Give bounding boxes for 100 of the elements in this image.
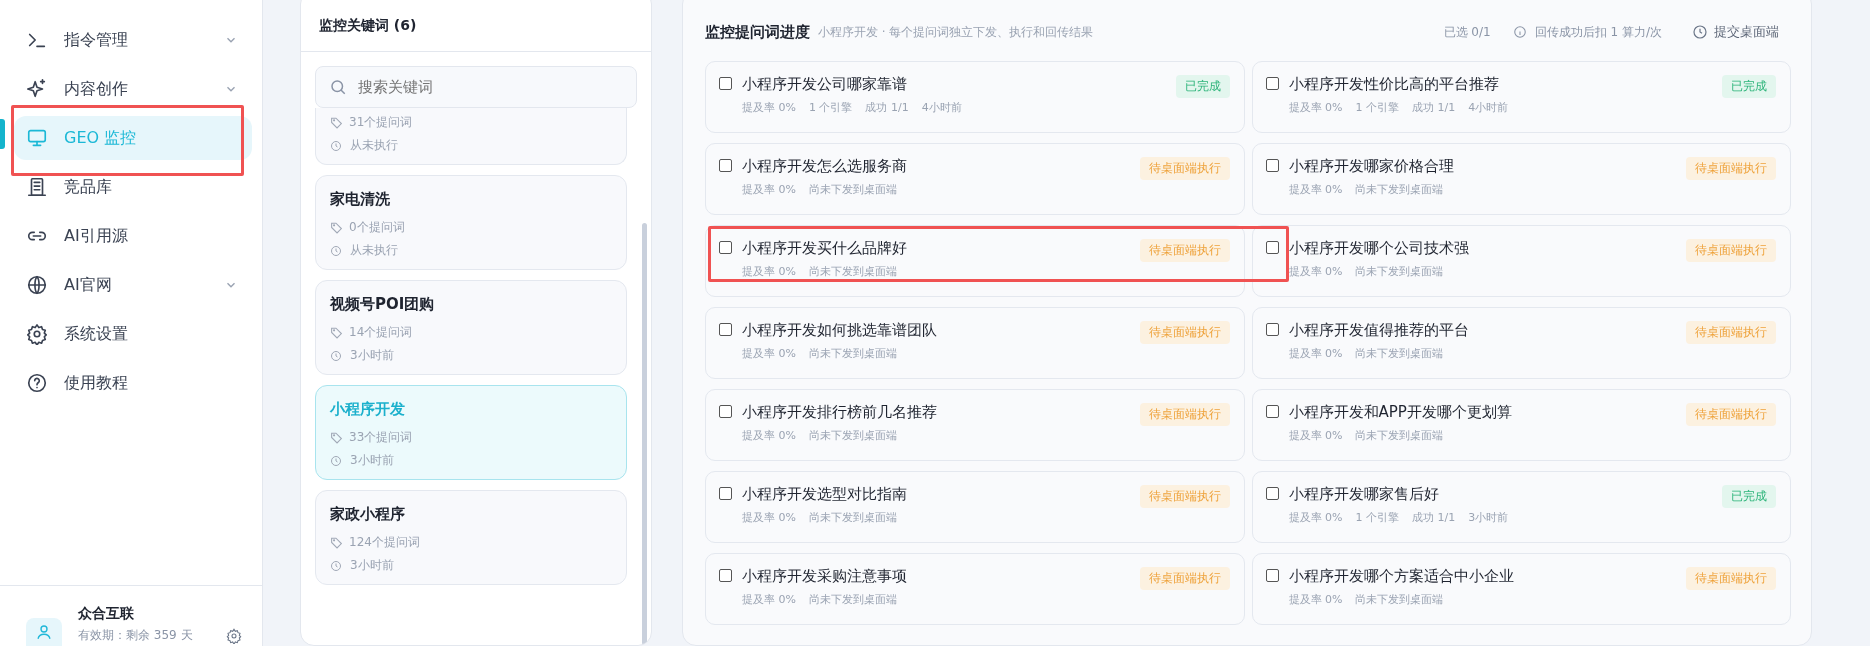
search-field[interactable]: 搜索关键词 [315, 66, 637, 108]
prompt-count: 124个提问词 [349, 534, 420, 551]
prompt-card[interactable]: 小程序开发性价比高的平台推荐 提及率 0% 1 个引擎 成功 1/1 4小时前 已完成 [1251, 61, 1791, 133]
prompt-text: 小程序开发哪家价格合理 [1288, 157, 1455, 176]
checkbox[interactable] [1265, 323, 1279, 336]
keyword-card[interactable]: 视频号POI团购 14个提问词 3小时前 [315, 280, 627, 375]
checkbox[interactable] [719, 405, 732, 418]
status-badge: 待桌面端执行 [1139, 485, 1230, 508]
keyword-card[interactable]: 家政小程序 124个提问词 3小时前 [315, 490, 627, 585]
prompt-text: 小程序开发哪个公司技术强 [1288, 239, 1470, 258]
checkbox[interactable] [719, 569, 732, 582]
prompt-text: 小程序开发哪家售后好 [1288, 485, 1440, 504]
keyword-card[interactable]: 家电清洗 0个提问词 从未执行 [315, 175, 627, 270]
scrollbar[interactable] [642, 223, 647, 645]
checkbox[interactable] [719, 487, 732, 500]
checkbox[interactable] [719, 323, 732, 336]
status-badge: 待桌面端执行 [1139, 403, 1230, 426]
prompt-card[interactable]: 小程序开发哪个方案适合中小企业 提及率 0% 尚未下发到桌面端 待桌面端执行 [1251, 553, 1791, 625]
stat-text: 1 个引擎 [1355, 510, 1399, 525]
expiry-text: 有效期：剩余 359 天 [78, 627, 194, 644]
cost-note: 回传成功后扣 1 算力/次 [1534, 23, 1662, 41]
clock-icon [1692, 24, 1708, 40]
stat-text: 提及率 0% [742, 592, 796, 607]
stat-text: 成功 1/1 [865, 100, 909, 115]
prompt-text: 小程序开发排行榜前几名推荐 [742, 403, 938, 422]
stat-text: 尚未下发到桌面端 [1355, 182, 1444, 197]
prompt-count: 33个提问词 [349, 429, 413, 446]
status-badge: 待桌面端执行 [1686, 157, 1776, 180]
nav-item[interactable]: 使用教程 [14, 361, 252, 405]
last-run-text: 从未执行 [350, 242, 398, 259]
settings-icon[interactable] [226, 628, 242, 644]
prompt-card[interactable]: 小程序开发采购注意事项 提及率 0% 尚未下发到桌面端 待桌面端执行 [705, 553, 1245, 625]
nav-item[interactable]: AI官网 [14, 263, 252, 307]
panel-subtitle: 小程序开发 · 每个提问词独立下发、执行和回传结果 [818, 23, 1094, 41]
nav-item[interactable]: 系统设置 [14, 312, 252, 356]
keyword-name: 小程序开发 [330, 400, 406, 419]
settings-icon [26, 323, 48, 345]
checkbox[interactable] [719, 241, 732, 254]
prompt-card[interactable]: 小程序开发哪家价格合理 提及率 0% 尚未下发到桌面端 待桌面端执行 [1251, 143, 1791, 215]
stat-text: 尚未下发到桌面端 [808, 428, 897, 443]
user-name: 众合互联 [78, 605, 135, 623]
checkbox[interactable] [1265, 405, 1279, 418]
prompt-count: 14个提问词 [349, 324, 413, 341]
nav-item[interactable]: 指令管理 [14, 18, 252, 62]
stat-text: 提及率 0% [742, 510, 796, 525]
prompt-card[interactable]: 小程序开发如何挑选靠谱团队 提及率 0% 尚未下发到桌面端 待桌面端执行 [705, 307, 1245, 379]
nav-item[interactable]: 竞品库 [14, 165, 252, 209]
stat-text: 提及率 0% [1288, 264, 1343, 279]
status-badge: 已完成 [1722, 75, 1776, 98]
sparkle-icon [26, 78, 48, 100]
prompt-text: 小程序开发选型对比指南 [742, 485, 908, 504]
tag-icon [330, 221, 343, 234]
checkbox[interactable] [1265, 159, 1279, 172]
stat-text: 尚未下发到桌面端 [808, 510, 897, 525]
prompt-text: 小程序开发哪个方案适合中小企业 [1288, 567, 1515, 586]
nav-item[interactable]: 内容创作 [14, 67, 252, 111]
prompt-card[interactable]: 小程序开发买什么品牌好 提及率 0% 尚未下发到桌面端 待桌面端执行 [705, 225, 1245, 297]
stat-text: 尚未下发到桌面端 [808, 592, 897, 607]
checkbox[interactable] [719, 159, 732, 172]
stat-text: 尚未下发到桌面端 [808, 264, 897, 279]
status-badge: 待桌面端执行 [1686, 403, 1776, 426]
prompt-text: 小程序开发值得推荐的平台 [1288, 321, 1470, 340]
prompt-card[interactable]: 小程序开发值得推荐的平台 提及率 0% 尚未下发到桌面端 待桌面端执行 [1251, 307, 1791, 379]
nav-item[interactable]: AI引用源 [14, 214, 252, 258]
prompt-card[interactable]: 小程序开发哪家售后好 提及率 0% 1 个引擎 成功 1/1 3小时前 已完成 [1251, 471, 1791, 543]
info-icon [1512, 25, 1527, 39]
clock-icon [330, 244, 342, 257]
stat-text: 提及率 0% [742, 182, 796, 197]
prompt-card[interactable]: 小程序开发公司哪家靠谱 提及率 0% 1 个引擎 成功 1/1 4小时前 已完成 [705, 61, 1245, 133]
stat-text: 提及率 0% [1288, 100, 1343, 115]
globe-icon [26, 274, 48, 296]
prompt-text: 小程序开发采购注意事项 [742, 567, 908, 586]
prompt-card[interactable]: 小程序开发排行榜前几名推荐 提及率 0% 尚未下发到桌面端 待桌面端执行 [705, 389, 1245, 461]
checkbox[interactable] [1265, 487, 1279, 500]
prompt-text: 小程序开发公司哪家靠谱 [742, 75, 908, 94]
panel-title: 监控提问词进度 [705, 22, 810, 42]
tag-icon [330, 326, 343, 339]
question-icon [26, 372, 48, 394]
clock-icon [330, 349, 342, 362]
prompt-card[interactable]: 小程序开发选型对比指南 提及率 0% 尚未下发到桌面端 待桌面端执行 [705, 471, 1245, 543]
prompt-text: 小程序开发怎么选服务商 [742, 157, 908, 176]
checkbox[interactable] [1265, 569, 1279, 582]
checkbox[interactable] [719, 77, 732, 90]
selected-count: 已选 0/1 [1443, 23, 1491, 41]
stat-text: 提及率 0% [742, 428, 796, 443]
clock-icon [330, 139, 342, 152]
status-badge: 待桌面端执行 [1139, 157, 1230, 180]
stat-text: 1 个引擎 [1355, 100, 1399, 115]
prompt-card[interactable]: 小程序开发怎么选服务商 提及率 0% 尚未下发到桌面端 待桌面端执行 [705, 143, 1245, 215]
prompt-card[interactable]: 小程序开发哪个公司技术强 提及率 0% 尚未下发到桌面端 待桌面端执行 [1251, 225, 1791, 297]
checkbox[interactable] [1265, 241, 1279, 254]
prompt-count: 0个提问词 [349, 219, 405, 236]
checkbox[interactable] [1265, 77, 1279, 90]
prompt-card[interactable]: 小程序开发和APP开发哪个更划算 提及率 0% 尚未下发到桌面端 待桌面端执行 [1251, 389, 1791, 461]
stat-text: 成功 1/1 [1411, 100, 1456, 115]
stat-text: 尚未下发到桌面端 [1355, 428, 1444, 443]
stat-text: 4小时前 [921, 100, 962, 115]
tag-icon [330, 431, 343, 444]
stat-text: 1 个引擎 [808, 100, 853, 115]
submit-button[interactable]: 提交桌面端 [1692, 23, 1791, 41]
